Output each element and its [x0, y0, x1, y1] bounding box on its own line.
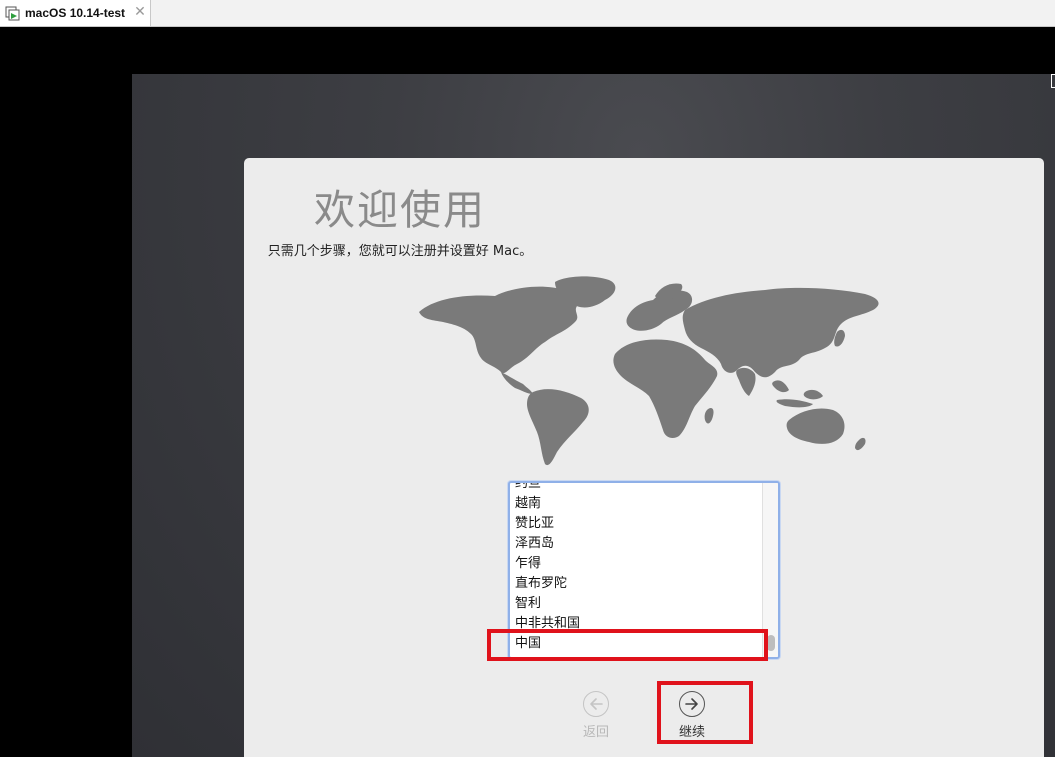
welcome-subtitle: 只需几个步骤，您就可以注册并设置好 Mac。: [267, 244, 533, 259]
arrow-right-icon: [679, 691, 705, 717]
arrow-left-icon: [583, 691, 609, 717]
list-item[interactable]: 直布罗陀: [510, 574, 762, 594]
vm-tab-bar: macOS 10.14-test ✕: [0, 0, 1055, 27]
vm-tab[interactable]: macOS 10.14-test: [0, 0, 151, 26]
back-label: 返回: [582, 725, 609, 740]
list-item[interactable]: 智利: [510, 594, 762, 614]
scrollbar-thumb[interactable]: [767, 635, 775, 651]
continue-label: 继续: [678, 725, 705, 740]
back-button[interactable]: 返回: [566, 691, 626, 740]
vm-tab-icon: [4, 5, 21, 22]
welcome-title: 欢迎使用: [314, 186, 486, 234]
list-item[interactable]: 越南: [510, 494, 762, 514]
continue-button[interactable]: 继续: [662, 691, 722, 740]
close-icon[interactable]: ✕: [133, 4, 147, 20]
vm-tab-title: macOS 10.14-test: [25, 6, 126, 20]
list-item[interactable]: 泽西岛: [510, 534, 762, 554]
highlight-selected-country: [487, 629, 768, 661]
list-item[interactable]: 约旦: [510, 483, 762, 494]
cursor-icon: [1051, 74, 1055, 88]
list-item[interactable]: 赞比亚: [510, 514, 762, 534]
world-map-icon: [419, 276, 879, 466]
list-item[interactable]: 乍得: [510, 554, 762, 574]
